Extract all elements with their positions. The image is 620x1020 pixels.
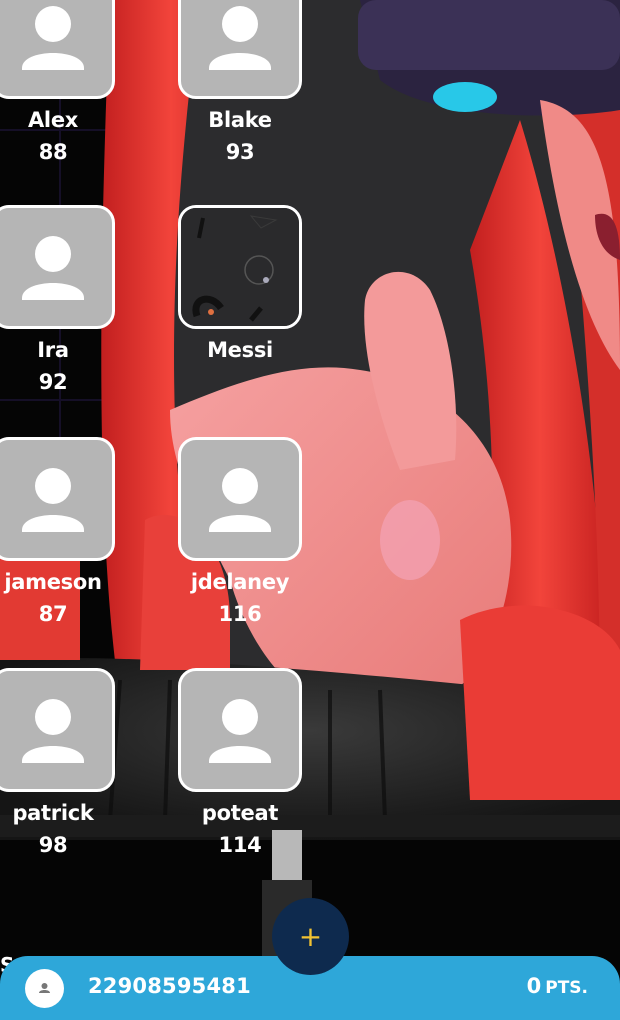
- person-placeholder-icon: [209, 468, 271, 532]
- points-display: 0 PTS.: [527, 974, 588, 998]
- player-name: jdelaney: [190, 570, 290, 594]
- player-score: 92: [38, 370, 68, 394]
- custom-avatar-image: [181, 208, 299, 326]
- player-avatar: [0, 668, 115, 792]
- person-placeholder-icon: [209, 699, 271, 763]
- player-name: patrick: [12, 801, 94, 825]
- player-avatar: [178, 437, 302, 561]
- player-avatar-custom: [178, 205, 302, 329]
- user-avatar[interactable]: [25, 969, 64, 1008]
- player-card[interactable]: Blake 93: [178, 0, 302, 164]
- player-card[interactable]: Messi: [178, 205, 302, 362]
- player-card[interactable]: poteat 114: [178, 668, 302, 857]
- player-score: 88: [38, 140, 68, 164]
- points-value: 0: [526, 974, 542, 998]
- player-card[interactable]: jdelaney 116: [178, 437, 302, 626]
- player-avatar: [0, 437, 115, 561]
- player-name: Messi: [207, 338, 273, 362]
- player-avatar: [0, 205, 115, 329]
- player-card[interactable]: Alex 88: [0, 0, 115, 164]
- player-avatar: [178, 0, 302, 99]
- player-name: poteat: [201, 801, 279, 825]
- player-avatar: [0, 0, 115, 99]
- player-score: 116: [218, 602, 262, 626]
- player-score: 87: [38, 602, 68, 626]
- person-placeholder-icon: [22, 699, 84, 763]
- points-unit: PTS.: [545, 978, 588, 998]
- player-name: Ira: [37, 338, 69, 362]
- person-placeholder-icon: [209, 6, 271, 70]
- plus-icon: +: [298, 920, 323, 953]
- player-card[interactable]: jameson 87: [0, 437, 115, 626]
- player-name: Blake: [208, 108, 272, 132]
- player-name: Alex: [27, 108, 79, 132]
- player-card[interactable]: patrick 98: [0, 668, 115, 857]
- user-id: 22908595481: [88, 974, 251, 998]
- user-icon: [39, 983, 50, 993]
- person-placeholder-icon: [22, 468, 84, 532]
- player-score: 98: [38, 833, 68, 857]
- person-placeholder-icon: [22, 6, 84, 70]
- player-score: 93: [225, 140, 255, 164]
- add-button[interactable]: +: [272, 898, 349, 975]
- player-card[interactable]: Ira 92: [0, 205, 115, 394]
- player-name: jameson: [4, 570, 102, 594]
- person-placeholder-icon: [22, 236, 84, 300]
- player-avatar: [178, 668, 302, 792]
- player-score: 114: [218, 833, 262, 857]
